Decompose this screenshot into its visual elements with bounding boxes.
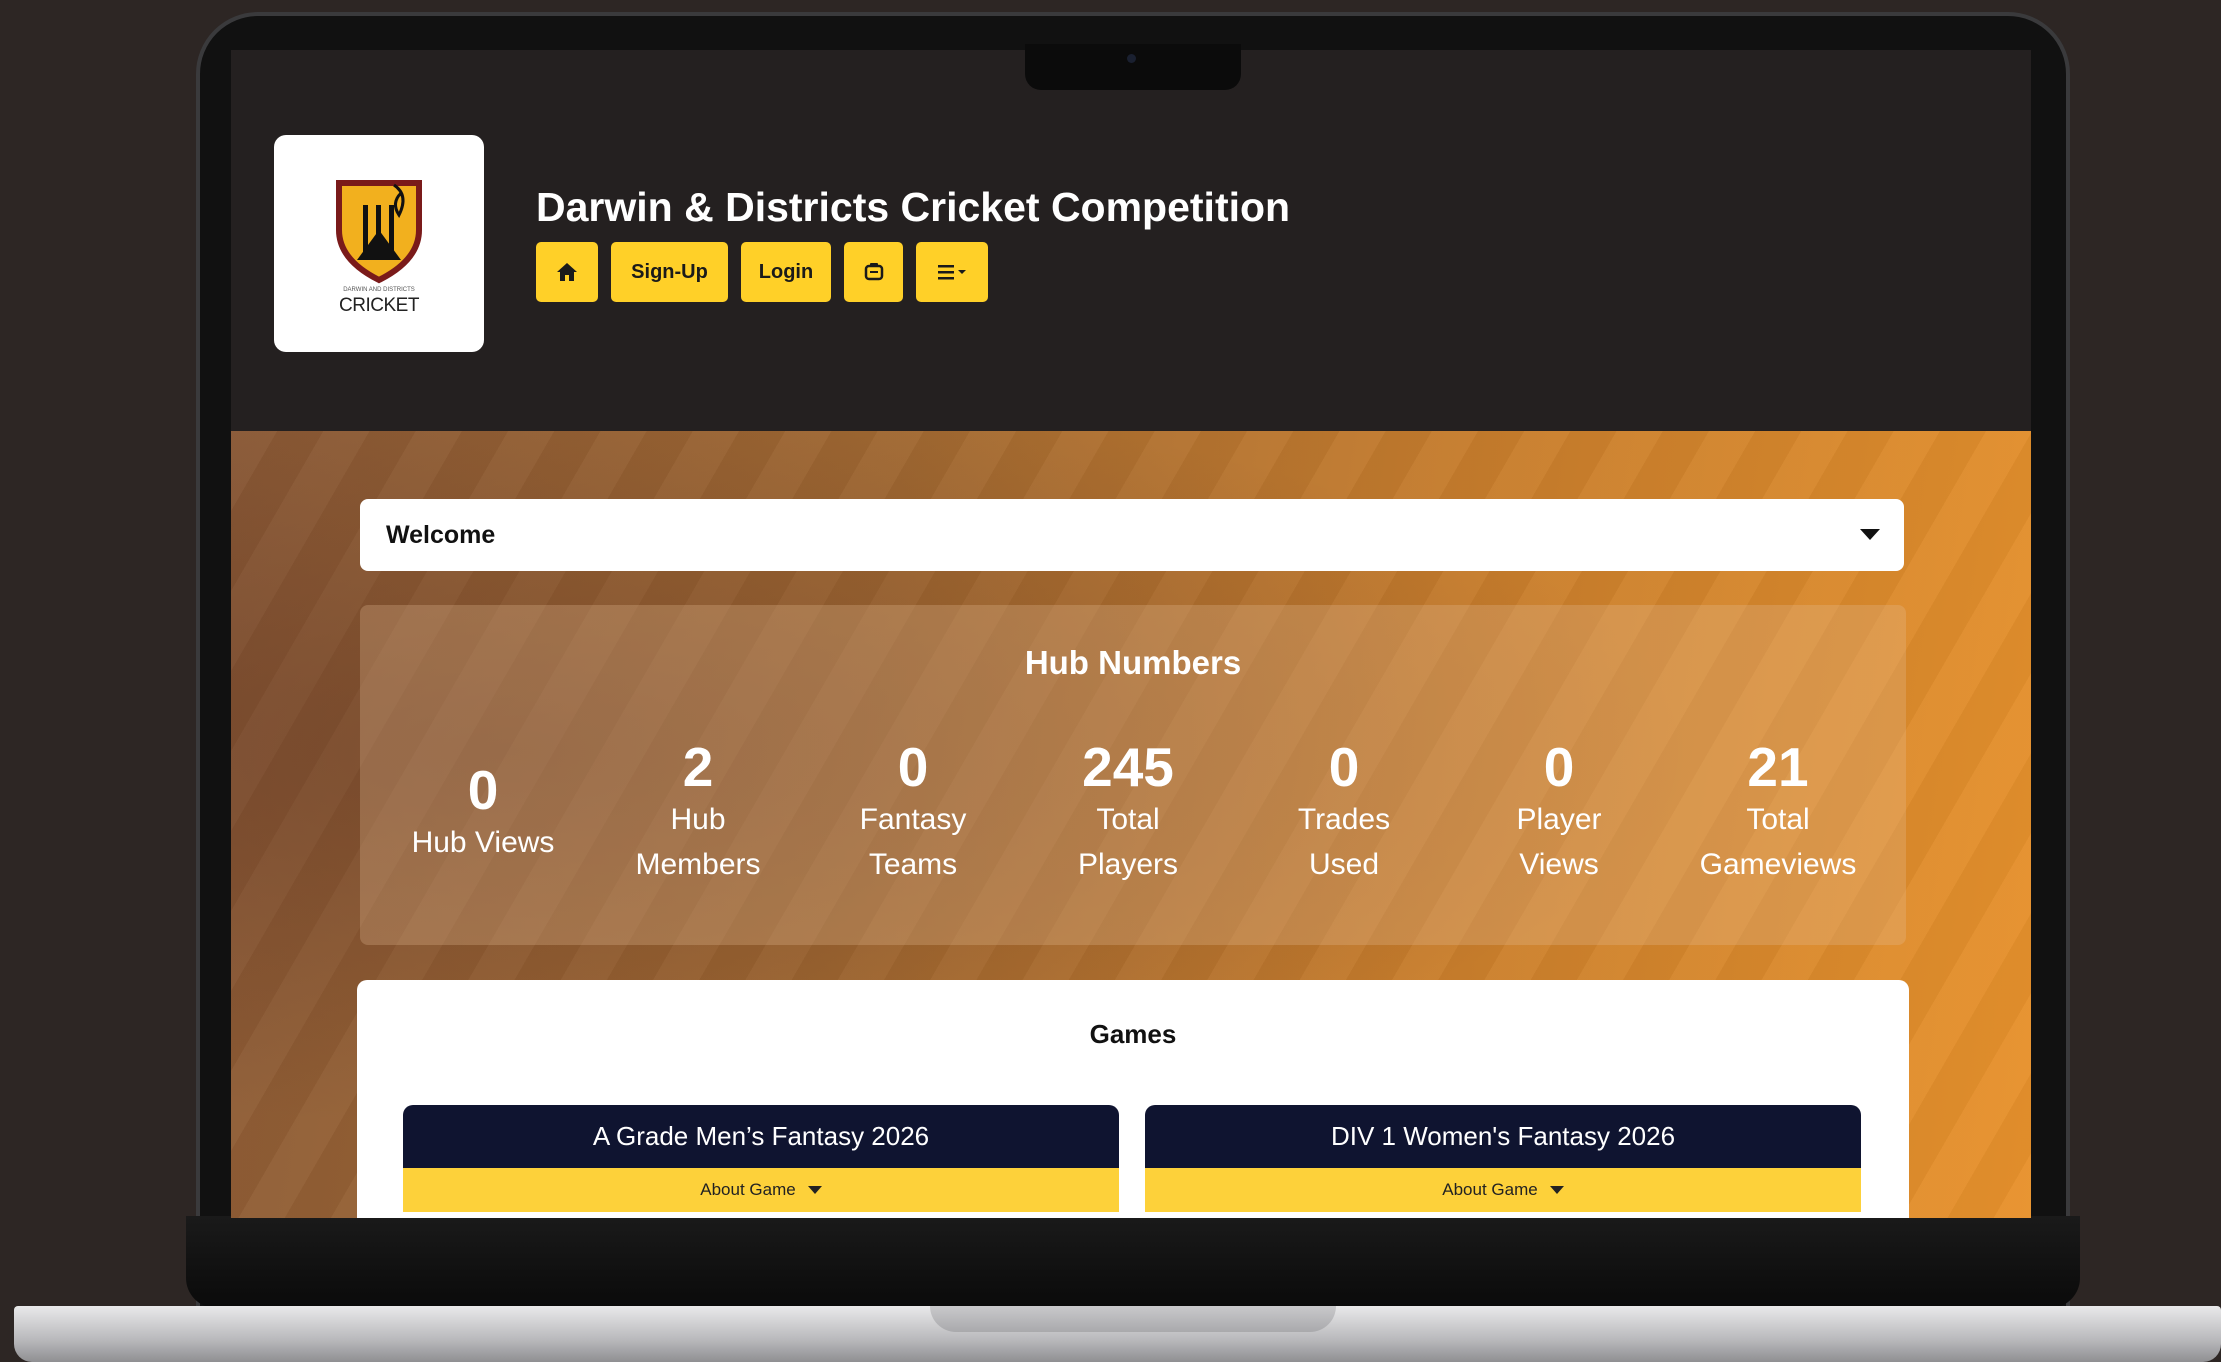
stat-player-views: 0 Player Views: [1459, 737, 1659, 887]
hub-numbers-title: Hub Numbers: [1024, 644, 1242, 681]
about-game-label: About Game: [1442, 1180, 1538, 1199]
stat-label: Total Gameviews: [1699, 803, 1857, 881]
stat-hub-views: 0 Hub Views: [383, 760, 583, 865]
about-game-label: About Game: [700, 1180, 796, 1199]
stat-fantasy-teams: 0 Fantasy Teams: [813, 737, 1013, 887]
stat-trades-used: 0 Trades Used: [1244, 737, 1444, 887]
nav-bar: Sign-Up Login: [536, 242, 988, 302]
cricket-shield-icon: [336, 180, 422, 284]
site-header: DARWIN AND DISTRICTS CRICKET Darwin & Di…: [231, 50, 2031, 431]
laptop-opening-notch: [930, 1306, 1336, 1332]
logo-subtext: DARWIN AND DISTRICTS: [343, 287, 415, 293]
stat-value: 2: [682, 736, 714, 798]
game-card[interactable]: DIV 1 Women's Fantasy 2026 About Game: [1145, 1105, 1861, 1218]
stat-value: 0: [897, 736, 929, 798]
game-card-title[interactable]: DIV 1 Women's Fantasy 2026: [1145, 1105, 1861, 1168]
chevron-down-icon: [1860, 529, 1880, 540]
stat-label: Trades Used: [1297, 803, 1391, 881]
stat-value: 21: [1747, 736, 1809, 798]
stat-label: Player Views: [1516, 803, 1602, 881]
stat-total-gameviews: 21 Total Gameviews: [1678, 737, 1878, 887]
logo-text: CRICKET: [339, 295, 419, 316]
login-button[interactable]: Login: [741, 242, 831, 302]
message-icon: [864, 263, 883, 281]
menu-button[interactable]: [916, 242, 988, 302]
stat-total-players: 245 Total Players: [1028, 737, 1228, 887]
stat-value: 0: [467, 759, 499, 821]
welcome-dropdown[interactable]: Welcome: [360, 499, 1904, 571]
about-game-toggle[interactable]: About Game: [403, 1168, 1119, 1212]
camera-icon: [1127, 54, 1136, 63]
signup-button[interactable]: Sign-Up: [611, 242, 728, 302]
screen: DARWIN AND DISTRICTS CRICKET Darwin & Di…: [231, 50, 2031, 1218]
home-icon: [557, 263, 577, 281]
stat-value: 0: [1543, 736, 1575, 798]
stat-hub-members: 2 Hub Members: [598, 737, 798, 887]
stat-label: Hub Members: [635, 803, 761, 881]
hub-numbers-panel: Hub Numbers 0 Hub Views 2 Hub Members 0 …: [360, 605, 1906, 945]
site-logo[interactable]: DARWIN AND DISTRICTS CRICKET: [274, 135, 484, 352]
home-button[interactable]: [536, 242, 598, 302]
chevron-down-icon: [1549, 1186, 1564, 1194]
welcome-label: Welcome: [386, 521, 496, 549]
game-card-title[interactable]: A Grade Men’s Fantasy 2026: [403, 1105, 1119, 1168]
games-panel: Games A Grade Men’s Fantasy 2026 About G…: [357, 980, 1909, 1218]
stat-label: Hub Views: [411, 826, 555, 859]
laptop-bottom-bezel: [186, 1216, 2080, 1308]
hero-section: Welcome Hub Numbers 0 Hub Views 2 Hub Me…: [231, 431, 2031, 1218]
stat-label: Total Players: [1077, 803, 1179, 881]
menu-icon: [938, 265, 966, 280]
stat-value: 0: [1328, 736, 1360, 798]
message-button[interactable]: [844, 242, 903, 302]
site-title: Darwin & Districts Cricket Competition: [536, 184, 1291, 230]
game-card[interactable]: A Grade Men’s Fantasy 2026 About Game: [403, 1105, 1119, 1218]
stat-value: 245: [1082, 736, 1174, 798]
about-game-toggle[interactable]: About Game: [1145, 1168, 1861, 1212]
games-title: Games: [1089, 1019, 1177, 1049]
stat-label: Fantasy Teams: [859, 803, 967, 881]
chevron-down-icon: [807, 1186, 822, 1194]
camera-notch: [1025, 44, 1241, 90]
